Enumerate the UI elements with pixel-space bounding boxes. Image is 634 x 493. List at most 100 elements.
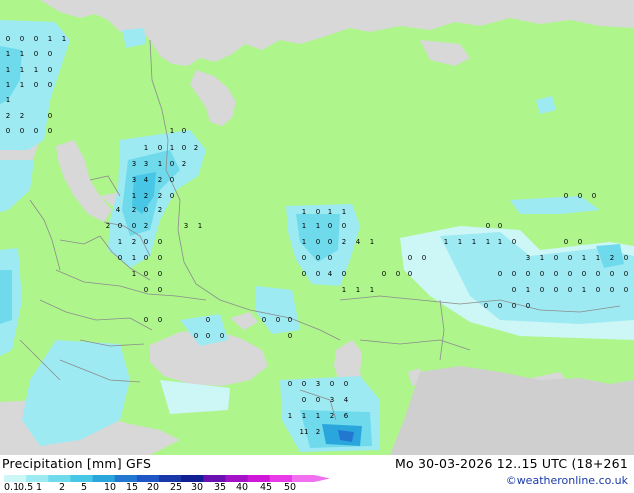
- precip-value: 0: [48, 66, 52, 74]
- scale-swatch: [291, 475, 315, 482]
- precip-value: 1: [486, 238, 490, 246]
- precip-value: 0: [48, 127, 52, 135]
- precip-value: 0: [158, 316, 162, 324]
- precip-value: 3: [184, 222, 188, 230]
- precip-value: 4: [328, 270, 333, 278]
- scale-arrow: [314, 475, 330, 482]
- precip-value: 0: [408, 254, 412, 262]
- precip-value: 0: [568, 270, 572, 278]
- precip-value: 1: [302, 238, 306, 246]
- precip-value: 0: [328, 238, 332, 246]
- scale-label: 50: [284, 482, 297, 493]
- precip-value: 0: [568, 286, 572, 294]
- precip-value: 0: [144, 316, 148, 324]
- precip-value: 2: [20, 112, 24, 120]
- precip-value: 4: [356, 238, 361, 246]
- precip-value: 3: [132, 160, 136, 168]
- scale-label: 40: [236, 482, 249, 493]
- precip-value: 0: [526, 302, 530, 310]
- scale-label: 30: [191, 482, 204, 493]
- precip-value: 0: [6, 35, 10, 43]
- precip-value: 0: [578, 192, 582, 200]
- precip-value: 0: [342, 222, 346, 230]
- credit-link[interactable]: ©weatheronline.co.uk: [506, 474, 628, 487]
- precip-value: 1: [342, 286, 346, 294]
- precip-value: 0: [540, 270, 544, 278]
- precip-value: 0: [592, 192, 596, 200]
- precip-value: 0: [512, 238, 516, 246]
- precip-value: 1: [20, 66, 24, 74]
- precip-value: 1: [302, 208, 306, 216]
- precip-value: 1: [170, 144, 174, 152]
- precip-value: 0: [220, 332, 224, 340]
- precip-value: 1: [498, 238, 502, 246]
- scale-label: 15: [126, 482, 139, 493]
- scale-swatch: [4, 475, 27, 482]
- precip-value: 1: [302, 222, 306, 230]
- precip-value: 0: [610, 270, 614, 278]
- precip-value: 4: [144, 176, 149, 184]
- precip-value: 1: [316, 222, 320, 230]
- precip-value: 0: [20, 127, 24, 135]
- precip-value: 1: [540, 254, 544, 262]
- precip-value: 0: [132, 222, 136, 230]
- precip-value: 0: [512, 270, 516, 278]
- precip-value: 0: [288, 332, 292, 340]
- scale-swatch: [136, 475, 160, 482]
- precip-value: 3: [526, 254, 530, 262]
- precip-value: 0: [486, 222, 490, 230]
- precip-value: 0: [316, 208, 320, 216]
- precip-value: 0: [396, 270, 400, 278]
- precip-value: 0: [596, 286, 600, 294]
- precip-value: 2: [106, 222, 110, 230]
- precip-value: 2: [316, 428, 320, 436]
- precip-value: 2: [144, 192, 148, 200]
- scale-swatch: [247, 475, 271, 482]
- scale-label: 10: [104, 482, 117, 493]
- precip-value: 1: [526, 286, 530, 294]
- scale-label: 0.1: [4, 482, 20, 493]
- precip-value: 1: [6, 81, 10, 89]
- precip-value: 0: [48, 50, 52, 58]
- precip-value: 0: [206, 316, 210, 324]
- precip-value: 0: [568, 254, 572, 262]
- precip-value: 0: [302, 396, 306, 404]
- precip-value: 0: [118, 254, 122, 262]
- precip-value: 0: [170, 176, 174, 184]
- precip-value: 0: [144, 286, 148, 294]
- precip-value: 0: [498, 302, 502, 310]
- precip-value: 3: [132, 176, 136, 184]
- precip-value: 0: [158, 144, 162, 152]
- precip-value: 1: [158, 160, 162, 168]
- precip-value: 1: [582, 254, 586, 262]
- precip-value: 0: [316, 238, 320, 246]
- scale-label: 25: [170, 482, 183, 493]
- precip-value: 0: [158, 270, 162, 278]
- precip-value: 0: [34, 35, 38, 43]
- precip-value: 1: [170, 127, 174, 135]
- precip-value: 0: [288, 380, 292, 388]
- precip-value: 0: [554, 270, 558, 278]
- scale-label: 5: [81, 482, 88, 493]
- map-title: Precipitation [mm] GFS: [2, 456, 152, 471]
- scale-label: 1: [36, 482, 43, 493]
- precip-value: 2: [158, 206, 162, 214]
- precip-value: 1: [472, 238, 476, 246]
- precip-value: 0: [34, 81, 38, 89]
- precip-value: 1: [6, 66, 10, 74]
- precip-value: 0: [316, 270, 320, 278]
- precip-value: 2: [6, 112, 10, 120]
- precip-value: 0: [182, 144, 186, 152]
- precip-value: 0: [302, 270, 306, 278]
- precip-value: 0: [144, 206, 148, 214]
- precip-value: 2: [330, 412, 334, 420]
- scale-swatch: [269, 475, 293, 482]
- scale-label: 0.5: [18, 482, 34, 493]
- precip-value: 1: [356, 286, 360, 294]
- precip-value: 0: [328, 254, 332, 262]
- scale-swatch: [92, 475, 116, 482]
- scale-swatch: [114, 475, 138, 482]
- scale-label: 45: [260, 482, 273, 493]
- footer-bar: Precipitation [mm] GFS Mo 30-03-2026 12.…: [0, 455, 634, 493]
- scale-label: 2: [59, 482, 66, 493]
